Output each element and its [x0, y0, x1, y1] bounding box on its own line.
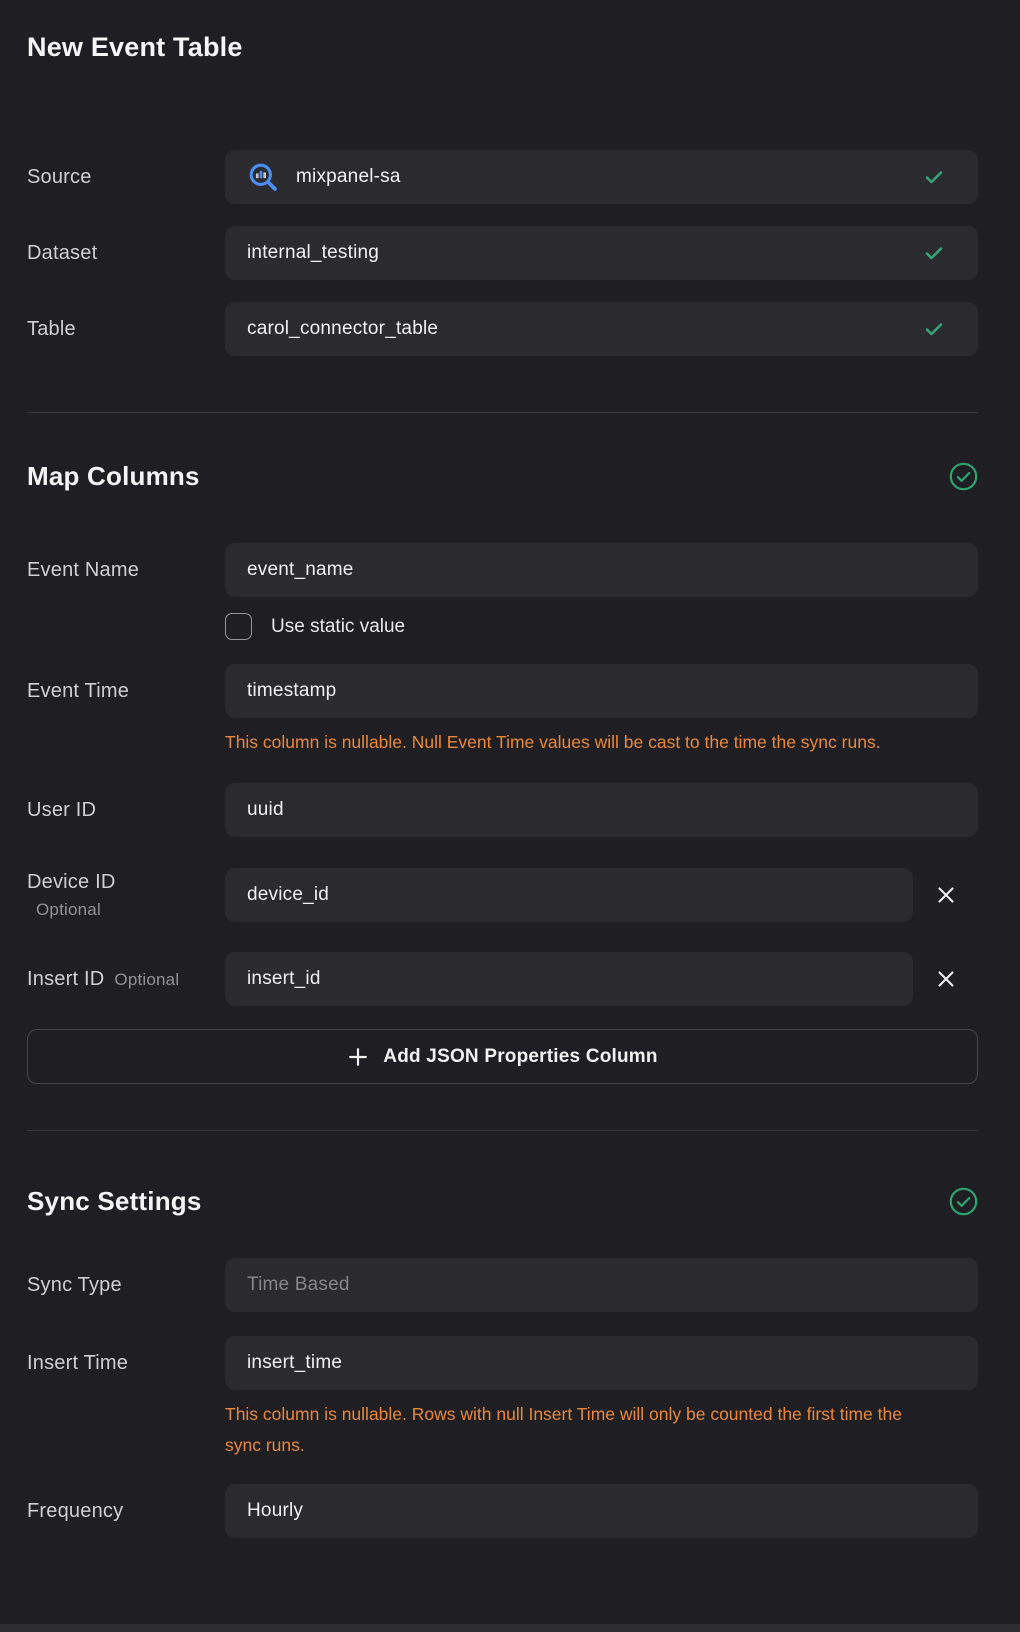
table-label: Table — [27, 318, 225, 341]
insert-id-select[interactable]: insert_id — [225, 952, 913, 1006]
insert-id-value: insert_id — [247, 968, 321, 990]
event-name-row: Event Name event_name — [27, 543, 978, 597]
device-id-remove-button[interactable] — [929, 878, 963, 912]
section-divider — [27, 412, 978, 413]
close-icon — [935, 884, 957, 906]
insert-id-optional-label: Optional — [114, 970, 179, 989]
sync-type-select: Time Based — [225, 1258, 978, 1312]
insert-id-remove-wrap — [913, 962, 978, 996]
close-icon — [935, 968, 957, 990]
event-time-value: timestamp — [247, 680, 336, 702]
source-label: Source — [27, 166, 225, 189]
plus-icon — [347, 1046, 369, 1068]
section-complete-icon — [949, 462, 978, 491]
insert-id-label-block: Insert ID Optional — [27, 968, 225, 991]
device-id-label: Device ID — [27, 871, 225, 894]
sync-settings-header: Sync Settings — [27, 1185, 978, 1218]
event-time-warning: This column is nullable. Null Event Time… — [225, 727, 930, 758]
frequency-label: Frequency — [27, 1500, 225, 1523]
dataset-value: internal_testing — [247, 242, 379, 264]
device-id-label-block: Device ID Optional — [27, 871, 225, 920]
sync-settings-heading: Sync Settings — [27, 1185, 202, 1218]
device-id-value: device_id — [247, 884, 329, 906]
insert-time-value: insert_time — [247, 1352, 342, 1374]
user-id-value: uuid — [247, 799, 284, 821]
device-id-remove-wrap — [913, 878, 978, 912]
bigquery-search-icon — [247, 161, 280, 194]
valid-check-icon — [922, 317, 946, 341]
next-panel-edge — [0, 1624, 1020, 1632]
insert-time-select[interactable]: insert_time — [225, 1336, 978, 1390]
use-static-value-label: Use static value — [271, 616, 405, 638]
event-time-row: Event Time timestamp — [27, 664, 978, 718]
page-title: New Event Table — [27, 30, 978, 64]
device-id-optional-label: Optional — [27, 900, 225, 920]
insert-time-label: Insert Time — [27, 1352, 225, 1375]
event-time-label: Event Time — [27, 680, 225, 703]
static-value-row: Use static value — [225, 613, 978, 640]
valid-check-icon — [922, 165, 946, 189]
insert-time-warning: This column is nullable. Rows with null … — [225, 1399, 930, 1461]
frequency-select[interactable]: Hourly — [225, 1484, 978, 1538]
event-time-select[interactable]: timestamp — [225, 664, 978, 718]
insert-id-row: Insert ID Optional insert_id — [27, 952, 978, 1006]
table-select[interactable]: carol_connector_table — [225, 302, 978, 356]
sync-type-row: Sync Type Time Based — [27, 1258, 978, 1312]
section-divider — [27, 1130, 978, 1131]
event-name-label: Event Name — [27, 559, 225, 582]
dataset-label: Dataset — [27, 242, 225, 265]
user-id-row: User ID uuid — [27, 783, 978, 837]
use-static-value-checkbox[interactable] — [225, 613, 252, 640]
event-name-value: event_name — [247, 559, 354, 581]
sync-type-label: Sync Type — [27, 1274, 225, 1297]
event-name-select[interactable]: event_name — [225, 543, 978, 597]
insert-id-label: Insert ID — [27, 968, 104, 990]
source-value: mixpanel-sa — [296, 166, 401, 188]
insert-id-remove-button[interactable] — [929, 962, 963, 996]
add-json-properties-button[interactable]: Add JSON Properties Column — [27, 1029, 978, 1084]
dataset-row: Dataset internal_testing — [27, 226, 978, 280]
section-complete-icon — [949, 1187, 978, 1216]
user-id-label: User ID — [27, 799, 225, 822]
dataset-select[interactable]: internal_testing — [225, 226, 978, 280]
sync-type-value: Time Based — [247, 1274, 350, 1296]
frequency-value: Hourly — [247, 1500, 303, 1522]
device-id-select[interactable]: device_id — [225, 868, 913, 922]
source-row: Source mixpanel-sa — [27, 150, 978, 204]
table-row: Table carol_connector_table — [27, 302, 978, 356]
valid-check-icon — [922, 241, 946, 265]
user-id-select[interactable]: uuid — [225, 783, 978, 837]
source-select[interactable]: mixpanel-sa — [225, 150, 978, 204]
frequency-row: Frequency Hourly — [27, 1484, 978, 1538]
map-columns-heading: Map Columns — [27, 460, 200, 493]
map-columns-header: Map Columns — [27, 460, 978, 493]
add-json-properties-label: Add JSON Properties Column — [383, 1046, 657, 1068]
insert-time-row: Insert Time insert_time — [27, 1336, 978, 1390]
new-event-table-form: New Event Table Source mixpanel-sa Datas… — [0, 0, 978, 1538]
table-value: carol_connector_table — [247, 318, 438, 340]
device-id-row: Device ID Optional device_id — [27, 868, 978, 922]
